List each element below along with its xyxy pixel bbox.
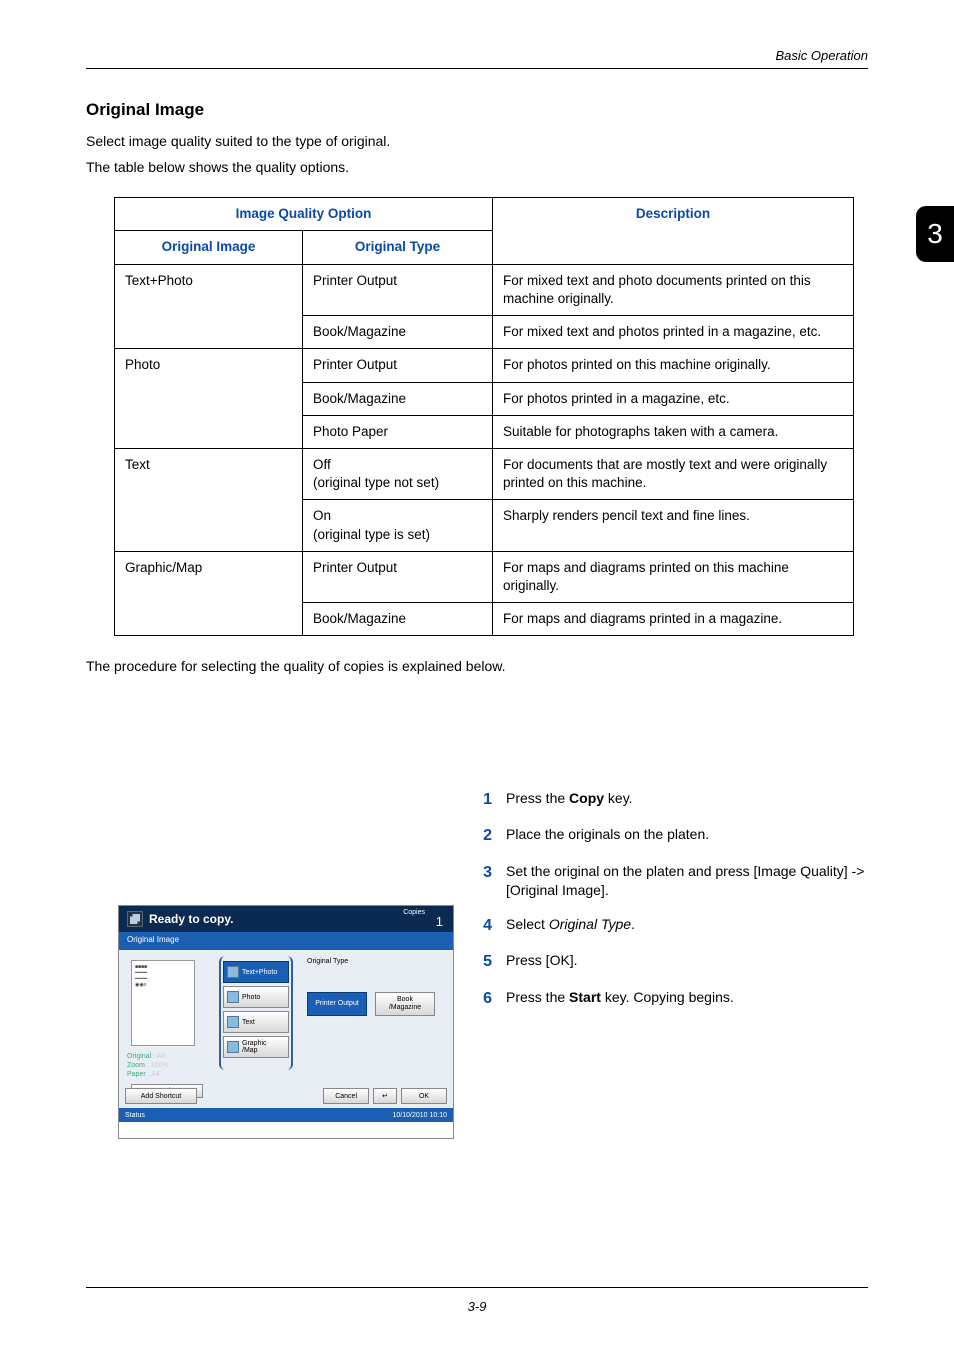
th-description: Description xyxy=(493,198,854,264)
copies-label: Copies xyxy=(403,909,425,916)
panel-tab[interactable]: Original Image xyxy=(119,932,453,950)
back-button[interactable]: ↵ xyxy=(373,1088,397,1104)
ok-button[interactable]: OK xyxy=(401,1088,447,1104)
chapter-tab: 3 xyxy=(916,206,954,262)
cancel-button[interactable]: Cancel xyxy=(323,1088,369,1104)
option-text[interactable]: Text xyxy=(223,1011,289,1033)
step-number: 1 xyxy=(478,789,492,811)
type-book-magazine[interactable]: Book /Magazine xyxy=(375,992,435,1016)
table-row: Graphic/Map Printer Output For maps and … xyxy=(115,551,854,602)
step-item: 6 Press the Start key. Copying begins. xyxy=(478,988,868,1010)
option-text-photo[interactable]: Text+Photo xyxy=(223,961,289,983)
th-original-type: Original Type xyxy=(303,231,493,264)
option-graphic-map[interactable]: Graphic /Map xyxy=(223,1036,289,1058)
step-item: 1 Press the Copy key. xyxy=(478,789,868,811)
th-image-quality-option: Image Quality Option xyxy=(115,198,493,231)
step-item: 4 Select Original Type. xyxy=(478,915,868,937)
add-shortcut-button[interactable]: Add Shortcut xyxy=(125,1088,197,1104)
option-photo[interactable]: Photo xyxy=(223,986,289,1008)
divider-top xyxy=(86,68,868,69)
table-row: Text+Photo Printer Output For mixed text… xyxy=(115,264,854,315)
panel-body: ■■■■━━━━━━━━◉◉≡ Original : A4 Zoom : 100… xyxy=(119,950,453,1108)
status-label: Status xyxy=(125,1112,145,1119)
status-datetime: 10/10/2010 10:10 xyxy=(393,1112,448,1119)
page-number: 3-9 xyxy=(0,1299,954,1314)
th-original-image: Original Image xyxy=(115,231,303,264)
step-number: 3 xyxy=(478,862,492,901)
intro-paragraph-2: The table below shows the quality option… xyxy=(86,158,868,178)
touchscreen-illustration: Ready to copy. Copies 1 Original Image ■… xyxy=(118,905,454,1139)
copies-count: 1 xyxy=(436,914,443,929)
photo-icon xyxy=(227,991,239,1003)
step-item: 5 Press [OK]. xyxy=(478,951,868,973)
procedure-intro: The procedure for selecting the quality … xyxy=(86,658,868,674)
table-row: Text Off (original type not set) For doc… xyxy=(115,448,854,499)
panel-title: Ready to copy. xyxy=(149,912,233,926)
preview-thumbnail: ■■■■━━━━━━━━◉◉≡ xyxy=(131,960,195,1046)
step-number: 2 xyxy=(478,825,492,847)
panel-titlebar: Ready to copy. Copies 1 xyxy=(119,906,453,932)
text-photo-icon xyxy=(227,966,239,978)
graphic-map-icon xyxy=(227,1041,239,1053)
step-number: 6 xyxy=(478,988,492,1010)
section-title: Original Image xyxy=(86,100,868,120)
step-number: 4 xyxy=(478,915,492,937)
image-options: Text+Photo Photo Text Graphic /Map xyxy=(219,956,293,1070)
step-item: 3 Set the original on the platen and pre… xyxy=(478,862,868,901)
running-header: Basic Operation xyxy=(776,48,869,63)
step-item: 2 Place the originals on the platen. xyxy=(478,825,868,847)
divider-bottom xyxy=(86,1287,868,1288)
text-icon xyxy=(227,1016,239,1028)
type-printer-output[interactable]: Printer Output xyxy=(307,992,367,1016)
copy-icon xyxy=(127,911,143,927)
panel-statusbar[interactable]: Status 10/10/2010 10:10 xyxy=(119,1108,453,1122)
original-type-label: Original Type xyxy=(307,958,348,965)
quality-options-table: Image Quality Option Description Origina… xyxy=(114,197,854,636)
table-row: Photo Printer Output For photos printed … xyxy=(115,349,854,382)
preview-meta: Original : A4 Zoom : 100% Paper : A4 xyxy=(127,1052,169,1079)
intro-paragraph-1: Select image quality suited to the type … xyxy=(86,132,868,152)
step-number: 5 xyxy=(478,951,492,973)
